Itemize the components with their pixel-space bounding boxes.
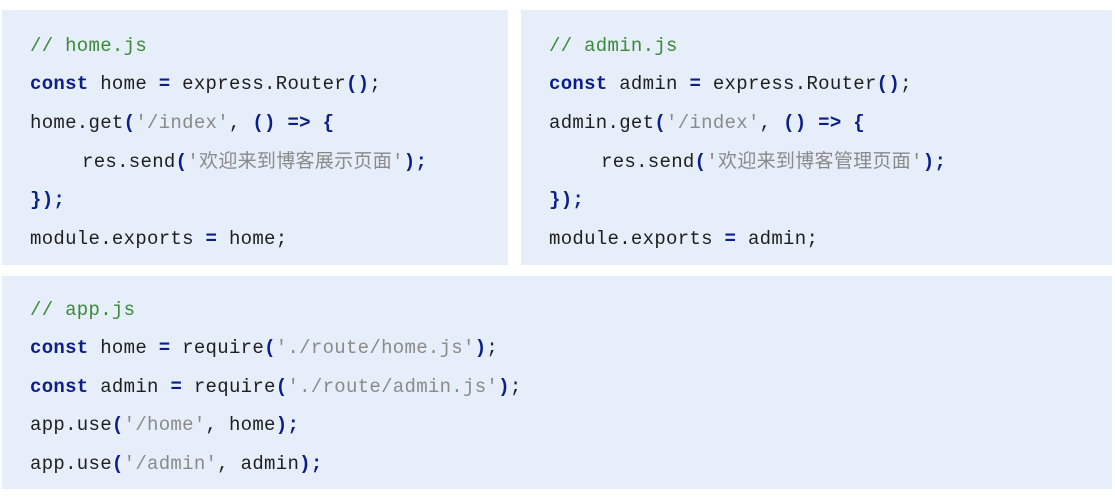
paren: ( [123,112,136,134]
paren: ( [175,151,188,173]
arrow-function: () => { [252,112,335,134]
paren: ) [474,337,487,359]
code-line: module.exports = admin; [549,227,818,251]
code-line: const admin = express.Router(); [549,72,912,96]
closing-brace: }) [30,189,54,211]
paren: ) [498,376,510,398]
function-call: express.Router [712,73,877,95]
semicolon: ; [509,376,522,398]
operator: = [724,228,737,250]
semicolon: ; [369,73,382,95]
keyword: const [549,73,608,95]
paren: ( [111,453,124,475]
function-call: res.send [82,151,176,173]
identifier: admin; [747,228,819,250]
function-call: require [182,337,265,359]
identifier: home [100,73,148,95]
operator: = [170,376,183,398]
code-line: app.use('/home', home); [30,413,299,437]
string-literal: '/home' [123,414,206,436]
keyword: const [30,337,89,359]
operator: = [689,73,702,95]
semicolon: ; [287,414,300,436]
function-call: app.use [30,453,112,475]
paren: ) [275,414,288,436]
identifier: home [228,414,276,436]
comma: , [217,453,229,475]
keyword: const [30,73,89,95]
code-panel-app-js: // app.js const home = require('./route/… [2,276,1112,489]
paren: ) [922,151,935,173]
code-line: const home = express.Router(); [30,72,381,96]
function-call: express.Router [182,73,346,95]
comma: , [205,414,218,436]
code-line: }); [30,188,65,212]
function-call: home.get [30,112,124,134]
operator: = [158,337,171,359]
string-literal: '欢迎来到博客展示页面' [187,151,404,173]
comment-text: // app.js [30,299,136,321]
parens: () [345,73,370,95]
semicolon: ; [53,189,66,211]
semicolon: ; [415,151,428,173]
function-call: app.use [30,414,112,436]
function-call: res.send [601,151,695,173]
identifier: home [100,337,148,359]
code-line: }); [549,188,584,212]
code-line: home.get('/index', () => { [30,111,334,135]
paren: ( [694,151,707,173]
code-line: res.send('欢迎来到博客管理页面'); [601,150,946,174]
code-panel-home-js: // home.js const home = express.Router()… [2,10,508,265]
function-call: admin.get [549,112,655,134]
identifier: admin [619,73,678,95]
semicolon: ; [486,337,499,359]
semicolon: ; [900,73,912,95]
code-line: const admin = require('./route/admin.js'… [30,375,522,399]
comma: , [228,112,241,134]
closing-brace: }) [549,189,573,211]
semicolon: ; [572,189,585,211]
identifier: module.exports [30,228,194,250]
semicolon: ; [310,453,323,475]
code-line: admin.get('/index', () => { [549,111,865,135]
string-literal: './route/admin.js' [287,376,499,398]
comment-text: // admin.js [549,35,678,57]
identifier: admin [100,376,159,398]
comment-text: // home.js [30,35,148,57]
operator: = [205,228,218,250]
code-panel-admin-js: // admin.js const admin = express.Router… [521,10,1112,265]
paren: ( [111,414,124,436]
code-line: const home = require('./route/home.js'); [30,336,498,360]
string-literal: '/index' [135,112,229,134]
comma: , [759,112,772,134]
operator: = [158,73,171,95]
code-line: module.exports = home; [30,227,287,251]
identifier: admin [240,453,300,475]
arrow-function: () => { [783,112,865,134]
code-comment: // app.js [30,298,135,322]
string-literal: '/admin' [123,453,218,475]
code-comment: // home.js [30,34,147,58]
string-literal: '/index' [666,112,760,134]
paren: ( [654,112,667,134]
string-literal: './route/home.js' [275,337,475,359]
paren: ) [299,453,311,475]
parens: () [876,73,901,95]
keyword: const [30,376,89,398]
identifier: module.exports [549,228,713,250]
paren: ) [403,151,416,173]
string-literal: '欢迎来到博客管理页面' [706,151,923,173]
semicolon: ; [934,151,947,173]
code-comment: // admin.js [549,34,678,58]
function-call: require [193,376,276,398]
paren: ( [264,337,276,359]
code-line: res.send('欢迎来到博客展示页面'); [82,150,427,174]
paren: ( [275,376,288,398]
identifier: home; [228,228,288,250]
code-line: app.use('/admin', admin); [30,452,323,476]
